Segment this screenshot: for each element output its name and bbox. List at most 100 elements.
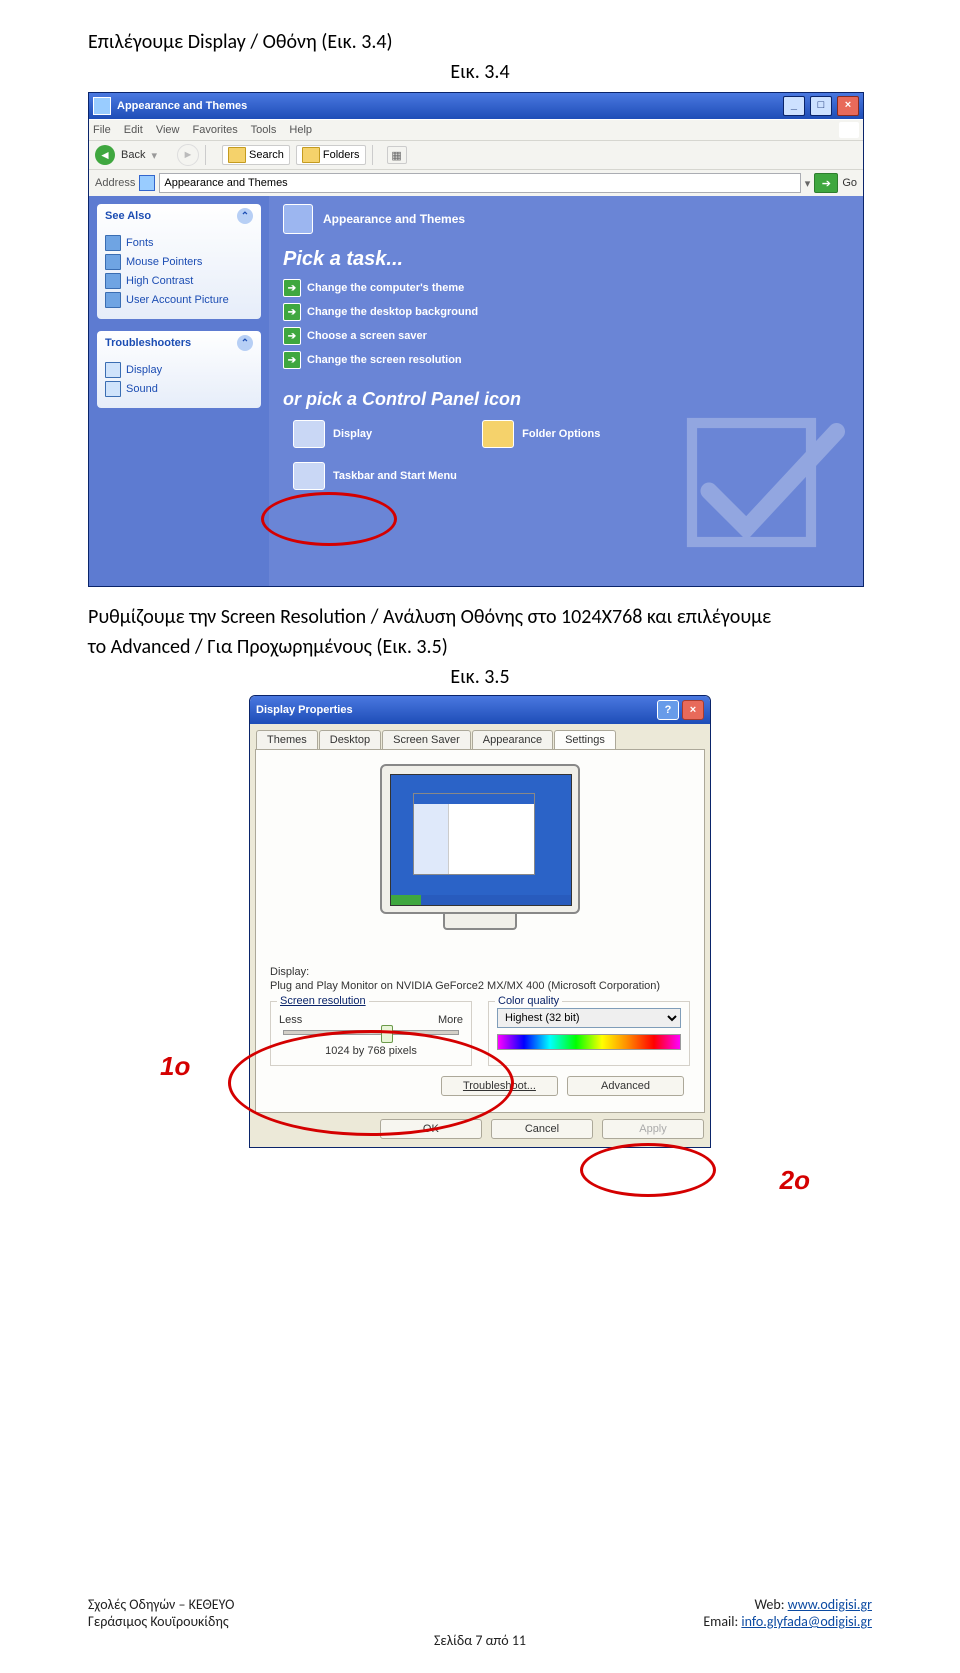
figure-caption-1: Εικ. 3.4 xyxy=(88,60,872,84)
slider-less-label: Less xyxy=(279,1014,302,1026)
appearance-themes-window: Appearance and Themes _ □ × File Edit Vi… xyxy=(88,92,864,587)
tab-screen-saver[interactable]: Screen Saver xyxy=(382,730,471,749)
views-button[interactable]: ▦ xyxy=(387,146,407,164)
footer-email-label: Email: xyxy=(703,1613,741,1630)
search-button[interactable]: Search xyxy=(222,145,290,165)
minimize-button[interactable]: _ xyxy=(783,96,805,116)
display-icon xyxy=(293,420,325,448)
icon-folder-options[interactable]: Folder Options xyxy=(482,420,600,448)
arrow-icon: ➔ xyxy=(283,351,301,369)
sidebar: See Also ⌃ Fonts Mouse Pointers High Con… xyxy=(89,196,269,586)
tab-themes[interactable]: Themes xyxy=(256,730,318,749)
address-icon xyxy=(139,175,155,191)
window-titlebar: Appearance and Themes _ □ × xyxy=(89,93,863,119)
back-label[interactable]: Back xyxy=(121,149,145,161)
annotation-circle-display xyxy=(261,492,397,546)
intro-text-2a: Ρυθμίζουμε την Screen Resolution / Ανάλυ… xyxy=(88,605,872,629)
window-controls: _ □ × xyxy=(781,96,859,116)
troubleshooters-title: Troubleshooters xyxy=(105,337,191,349)
task-change-theme[interactable]: ➔Change the computer's theme xyxy=(283,279,849,297)
folders-button[interactable]: Folders xyxy=(296,145,366,165)
dialog-titlebar: Display Properties ? × xyxy=(250,696,710,724)
maximize-button[interactable]: □ xyxy=(810,96,832,116)
collapse-icon[interactable]: ⌃ xyxy=(237,208,253,224)
footer-school: Σχολές Οδηγών – ΚΕΘΕΥΟ xyxy=(88,1596,234,1613)
category-icon xyxy=(283,204,313,234)
dialog-title: Display Properties xyxy=(256,704,353,716)
menu-tools[interactable]: Tools xyxy=(251,124,277,136)
color-quality-label: Color quality xyxy=(495,995,562,1007)
back-icon[interactable]: ◄ xyxy=(95,145,115,165)
address-input[interactable] xyxy=(159,173,800,193)
forward-button[interactable]: ► xyxy=(177,144,199,166)
content-pane: Appearance and Themes Pick a task... ➔Ch… xyxy=(269,196,863,586)
footer-page: Σελίδα 7 από 11 xyxy=(88,1632,872,1649)
go-label: Go xyxy=(842,177,857,189)
link-user-account-picture[interactable]: User Account Picture xyxy=(105,292,253,308)
footer-web-link[interactable]: www.odigisi.gr xyxy=(788,1596,872,1613)
arrow-icon: ➔ xyxy=(283,303,301,321)
display-value: Plug and Play Monitor on NVIDIA GeForce2… xyxy=(270,979,690,993)
advanced-button[interactable]: Advanced xyxy=(567,1076,684,1096)
slider-more-label: More xyxy=(438,1014,463,1026)
menu-file[interactable]: File xyxy=(93,124,111,136)
color-preview xyxy=(497,1034,681,1050)
troubleshooters-panel: Troubleshooters ⌃ Display Sound xyxy=(97,331,261,408)
tab-appearance[interactable]: Appearance xyxy=(472,730,553,749)
tab-desktop[interactable]: Desktop xyxy=(319,730,381,749)
task-screen-saver[interactable]: ➔Choose a screen saver xyxy=(283,327,849,345)
icon-display[interactable]: Display xyxy=(293,420,372,448)
footer-web-label: Web: xyxy=(754,1596,787,1613)
tab-settings[interactable]: Settings xyxy=(554,730,616,749)
arrow-icon: ➔ xyxy=(283,327,301,345)
intro-text-1: Επιλέγουμε Display / Οθόνη (Εικ. 3.4) xyxy=(88,30,872,54)
menu-view[interactable]: View xyxy=(156,124,180,136)
annotation-1o: 1o xyxy=(160,1051,190,1082)
display-label: Display: xyxy=(270,966,690,978)
address-label: Address xyxy=(95,177,135,189)
arrow-icon: ➔ xyxy=(283,279,301,297)
menu-help[interactable]: Help xyxy=(289,124,312,136)
windows-flag-icon xyxy=(839,122,859,138)
check-decoration xyxy=(675,406,845,576)
figure-caption-2: Εικ. 3.5 xyxy=(88,665,872,689)
menu-favorites[interactable]: Favorites xyxy=(193,124,238,136)
footer-author: Γεράσιμος Κουϊρουκίδης xyxy=(88,1613,229,1630)
color-quality-group: Color quality Highest (32 bit) xyxy=(488,1001,690,1066)
footer-email-link[interactable]: info.glyfada@odigisi.gr xyxy=(741,1613,872,1630)
close-button[interactable]: × xyxy=(682,700,704,720)
help-button[interactable]: ? xyxy=(657,700,679,720)
link-high-contrast[interactable]: High Contrast xyxy=(105,273,253,289)
link-fonts[interactable]: Fonts xyxy=(105,235,253,251)
intro-text-2b: το Advanced / Για Προχωρημένους (Εικ. 3.… xyxy=(88,635,872,659)
window-title: Appearance and Themes xyxy=(117,100,247,112)
annotation-2o: 2o xyxy=(780,1165,810,1196)
menu-edit[interactable]: Edit xyxy=(124,124,143,136)
pick-a-task-heading: Pick a task... xyxy=(283,248,849,271)
toolbar: ◄ Back ▾ ► Search Folders ▦ xyxy=(89,140,863,169)
go-button[interactable]: ➔ xyxy=(814,173,838,193)
taskbar-icon xyxy=(293,462,325,490)
link-mouse-pointers[interactable]: Mouse Pointers xyxy=(105,254,253,270)
link-sound-ts[interactable]: Sound xyxy=(105,381,253,397)
annotation-circle-resolution xyxy=(228,1030,514,1136)
annotation-circle-advanced xyxy=(580,1143,716,1197)
task-change-background[interactable]: ➔Change the desktop background xyxy=(283,303,849,321)
tab-bar: Themes Desktop Screen Saver Appearance S… xyxy=(250,724,710,749)
window-icon xyxy=(93,97,111,115)
address-bar: Address ▾ ➔ Go xyxy=(89,169,863,196)
close-button[interactable]: × xyxy=(837,96,859,116)
screen-resolution-label: Screen resolution xyxy=(277,995,369,1007)
cancel-button[interactable]: Cancel xyxy=(491,1119,593,1139)
task-screen-resolution[interactable]: ➔Change the screen resolution xyxy=(283,351,849,369)
folder-options-icon xyxy=(482,420,514,448)
apply-button[interactable]: Apply xyxy=(602,1119,704,1139)
menu-bar: File Edit View Favorites Tools Help xyxy=(89,119,863,140)
collapse-icon[interactable]: ⌃ xyxy=(237,335,253,351)
link-display-ts[interactable]: Display xyxy=(105,362,253,378)
color-quality-select[interactable]: Highest (32 bit) xyxy=(497,1008,681,1028)
category-title: Appearance and Themes xyxy=(323,212,465,226)
monitor-preview xyxy=(370,764,590,954)
see-also-title: See Also xyxy=(105,210,151,222)
page-footer: Σχολές Οδηγών – ΚΕΘΕΥΟ Web: www.odigisi.… xyxy=(88,1596,872,1649)
